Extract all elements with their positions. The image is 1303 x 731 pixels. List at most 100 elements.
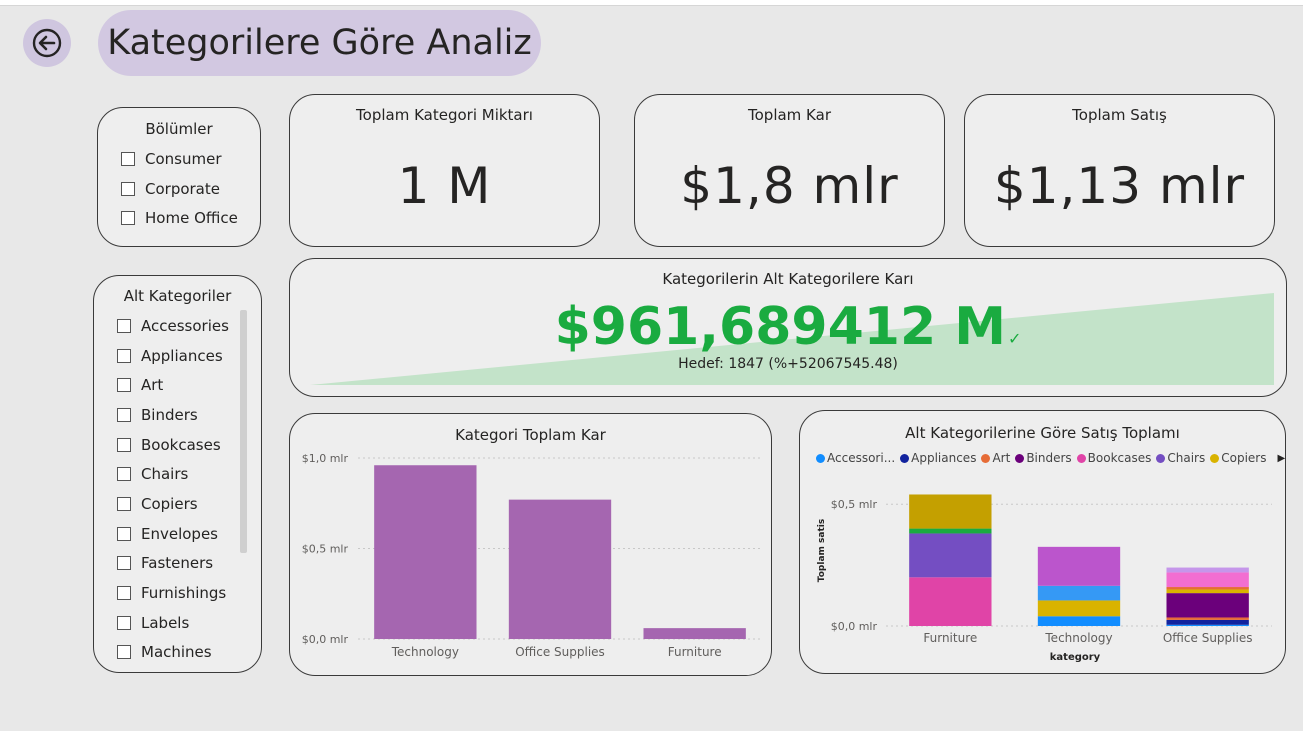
checkbox[interactable]	[121, 211, 135, 226]
stacked-bar-segment	[1166, 572, 1249, 588]
segments-slicer-list: Consumer Corporate Home Office	[121, 144, 256, 233]
slicer-item-label: Consumer	[145, 149, 222, 168]
stacked-chart-card: Alt Kategorilerine Göre Satış Toplamı Ac…	[799, 410, 1286, 674]
subcategory-slicer-item[interactable]: Machines	[117, 638, 237, 668]
segments-slicer-title: Bölümler	[145, 120, 213, 138]
x-tick-label: Technology	[1044, 631, 1112, 645]
stacked-bar-segment	[1166, 619, 1249, 625]
x-tick-label: Technology	[391, 645, 459, 659]
kpi-value: $1,8 mlr	[680, 157, 899, 215]
checkbox[interactable]	[117, 645, 131, 660]
checkbox[interactable]	[117, 348, 131, 363]
kpi-target-card: Kategorilerin Alt Kategorilere Karı $961…	[289, 258, 1287, 397]
kpi-target-value: $961,689412 M	[554, 297, 1006, 357]
kpi-card-total-sales: Toplam Satış $1,13 mlr	[964, 94, 1275, 247]
kpi-card-total-profit: Toplam Kar $1,8 mlr	[634, 94, 945, 247]
subcategory-slicer-item[interactable]: Fasteners	[117, 549, 237, 579]
checkbox[interactable]	[117, 407, 131, 422]
y-axis-title: Toplam satis	[817, 519, 827, 582]
segment-slicer-item[interactable]: Home Office	[121, 203, 256, 233]
checkbox[interactable]	[117, 526, 131, 541]
stacked-bar-segment	[1037, 585, 1121, 601]
page-title: Kategorilere Göre Analiz	[98, 10, 541, 76]
subcategory-slicer-item[interactable]: Labels	[117, 608, 237, 638]
y-tick-label: $1,0 mlr	[302, 452, 349, 465]
bar	[508, 499, 612, 639]
kpi-title: Toplam Satış	[1072, 106, 1167, 124]
y-tick-label: $0,0 mlr	[302, 633, 349, 646]
slicer-item-label: Accessories	[141, 316, 229, 335]
subcategory-slicer-item[interactable]: Chairs	[117, 459, 237, 489]
top-toolbar-strip	[0, 0, 1303, 6]
stacked-bar-segment	[1166, 567, 1249, 573]
y-tick-label: $0,0 mlr	[831, 620, 878, 633]
slicer-item-label: Art	[141, 376, 164, 395]
stacked-bar-segment	[1166, 617, 1249, 620]
kpi-value: 1 M	[397, 157, 492, 215]
stacked-bar-segment	[1166, 593, 1249, 618]
checkbox[interactable]	[117, 496, 131, 511]
checkbox[interactable]	[117, 467, 131, 482]
checkbox[interactable]	[117, 615, 131, 630]
slicer-item-label: Home Office	[145, 209, 238, 228]
x-tick-label: Office Supplies	[515, 645, 605, 659]
bar	[374, 465, 477, 639]
slicer-item-label: Labels	[141, 613, 190, 632]
checkbox[interactable]	[117, 556, 131, 571]
slicer-item-label: Fasteners	[141, 554, 214, 573]
stacked-bar-segment	[1166, 587, 1249, 590]
slicer-item-label: Corporate	[145, 179, 220, 198]
bar-chart-card: Kategori Toplam Kar $0,0 mlr $0,5 mlr $1,0…	[289, 413, 772, 676]
segment-slicer-item[interactable]: Corporate	[121, 174, 256, 204]
subcategory-slicer-item[interactable]: Accessories	[117, 311, 237, 341]
subcategory-slicer-item[interactable]: Binders	[117, 400, 237, 430]
stacked-bar-segment	[1166, 624, 1249, 626]
x-tick-label: Furniture	[668, 645, 722, 659]
slicer-item-label: Machines	[141, 643, 212, 662]
slicer-item-label: Appliances	[141, 346, 223, 365]
checkbox[interactable]	[117, 437, 131, 452]
kpi-title: Toplam Kar	[748, 106, 831, 124]
slicer-item-label: Bookcases	[141, 435, 221, 454]
x-axis-title: kategory	[1050, 652, 1101, 663]
kpi-title: Toplam Kategori Miktarı	[356, 106, 533, 124]
checkbox[interactable]	[117, 586, 131, 601]
stacked-bar-segment	[1037, 616, 1121, 626]
bar	[643, 628, 746, 639]
x-tick-label: Furniture	[923, 631, 977, 645]
slicer-item-label: Chairs	[141, 465, 189, 484]
kpi-target-goal: Hedef: 1847 (%+52067545.48)	[678, 356, 898, 372]
slicer-item-label: Furnishings	[141, 584, 227, 603]
y-tick-label: $0,5 mlr	[831, 498, 878, 511]
slicer-item-label: Binders	[141, 405, 198, 424]
subcategory-slicer-item[interactable]: Furnishings	[117, 578, 237, 608]
subcategory-slicer-item[interactable]: Envelopes	[117, 519, 237, 549]
kpi-target-value-row: $961,689412 M ✓	[290, 297, 1286, 357]
stacked-bar-chart: $0,0 mlr $0,5 mlr Toplam satis kategory Furn…	[817, 494, 1272, 663]
stacked-bar-segment	[909, 528, 992, 534]
stacked-bar-segment	[909, 494, 992, 529]
checkbox[interactable]	[121, 181, 135, 196]
subcategory-slicer-item[interactable]: Bookcases	[117, 430, 237, 460]
segments-slicer: Bölümler Consumer Corporate Home Office	[97, 107, 261, 247]
subcategory-slicer-item[interactable]: Art	[117, 370, 237, 400]
bar-chart: $0,0 mlr $0,5 mlr $1,0 mlr Technology Office…	[302, 452, 762, 659]
subcategory-slicer-title: Alt Kategoriler	[123, 287, 232, 305]
slicer-item-label: Envelopes	[141, 524, 218, 543]
stacked-bar-segment	[1037, 600, 1121, 617]
subcategory-slicer-item[interactable]: Copiers	[117, 489, 237, 519]
back-button[interactable]	[23, 19, 71, 67]
subcategory-slicer-list: Accessories Appliances Art Binders Bookcases…	[117, 311, 237, 667]
kpi-value: $1,13 mlr	[993, 157, 1246, 215]
stacked-bar-segment	[909, 533, 992, 578]
y-tick-label: $0,5 mlr	[302, 543, 349, 556]
slicer-item-label: Copiers	[141, 494, 198, 513]
checkbox[interactable]	[117, 378, 131, 393]
checkbox[interactable]	[121, 151, 135, 166]
subcategory-slicer-item[interactable]: Appliances	[117, 341, 237, 371]
segment-slicer-item[interactable]: Consumer	[121, 144, 256, 174]
checkmark-icon: ✓	[1008, 329, 1022, 348]
slicer-scrollbar[interactable]	[240, 310, 247, 553]
kpi-target-title: Kategorilerin Alt Kategorilere Karı	[662, 270, 914, 288]
checkbox[interactable]	[117, 318, 131, 333]
